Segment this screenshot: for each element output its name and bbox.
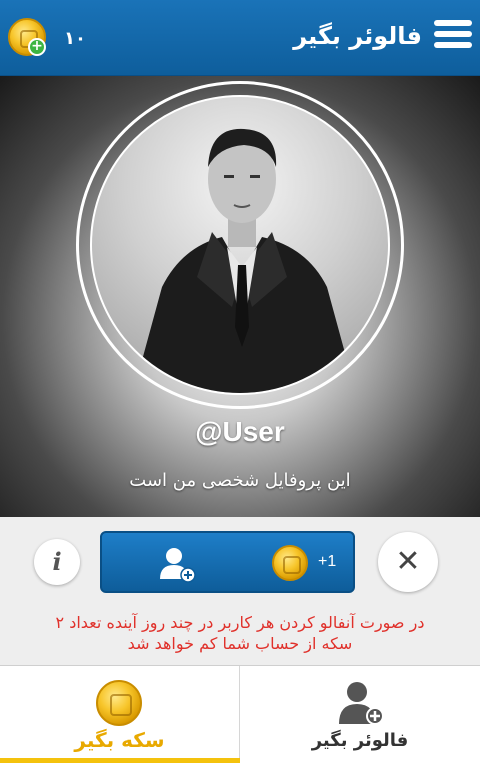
app-title: فالوئر بگیر — [293, 22, 422, 50]
profile-card: @User این پروفایل شخصی من است — [0, 76, 480, 517]
coin-icon — [272, 545, 308, 581]
tab-get-coins-label: سکه بگیر — [74, 728, 165, 752]
hamburger-menu-icon[interactable] — [434, 20, 472, 54]
warning-line-1: در صورت آنفالو کردن هر کاربر در چند روز … — [55, 613, 425, 632]
close-icon: ✕ — [395, 544, 421, 579]
profile-photo — [90, 95, 390, 395]
top-bar: + ۱۰ فالوئر بگیر — [0, 0, 480, 76]
tab-get-followers-label: فالوئر بگیر — [311, 730, 409, 751]
profile-bio: این پروفایل شخصی من است — [129, 470, 351, 491]
reward-label: +1 — [318, 553, 337, 570]
coin-wallet-button[interactable]: + — [8, 18, 48, 58]
profile-username: @User — [195, 416, 285, 447]
info-button[interactable]: i — [34, 539, 80, 585]
warning-line-2: سکه از حساب شما کم خواهد شد — [127, 634, 353, 653]
tab-get-followers[interactable]: فالوئر بگیر — [240, 666, 480, 763]
bottom-tab-bar: سکه بگیر فالوئر بگیر — [0, 665, 480, 763]
skip-button[interactable]: ✕ — [378, 532, 438, 592]
active-tab-indicator — [0, 758, 240, 763]
coin-icon — [96, 680, 142, 726]
add-icon: + — [28, 38, 46, 56]
profile-person-image — [133, 128, 356, 393]
user-add-icon — [160, 548, 196, 583]
follow-button[interactable]: +1 — [100, 531, 355, 593]
user-add-icon — [339, 682, 384, 725]
info-icon: i — [52, 547, 62, 576]
tab-get-coins[interactable]: سکه بگیر — [0, 666, 240, 763]
action-row: i +1 ✕ — [0, 517, 480, 609]
coin-count: ۱۰ — [64, 28, 86, 49]
unfollow-warning: در صورت آنفالو کردن هر کاربر در چند روز … — [10, 612, 470, 654]
